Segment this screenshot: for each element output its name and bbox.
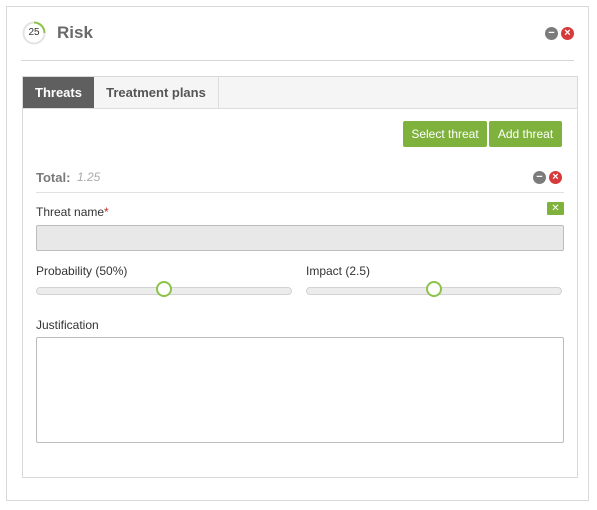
probability-slider-handle[interactable]	[156, 281, 172, 297]
total-value: 1.25	[77, 170, 101, 184]
threat-name-input[interactable]	[36, 225, 564, 251]
threat-minimize-icon[interactable]: −	[533, 171, 546, 184]
gauge-value: 25	[28, 27, 40, 38]
justification-label: Justification	[36, 318, 99, 332]
risk-panel: 25 Risk − × Threats Treatment plans Sele…	[6, 6, 589, 501]
total-label: Total:	[36, 170, 71, 185]
minimize-icon[interactable]: −	[545, 27, 558, 40]
select-threat-button[interactable]: Select threat	[403, 121, 487, 147]
total-divider	[36, 192, 564, 193]
clear-icon[interactable]: ✕	[547, 202, 564, 215]
threat-name-label: Threat name*	[36, 205, 109, 219]
impact-label: Impact (2.5)	[306, 264, 371, 278]
probability-label: Probability (50%)	[36, 264, 128, 278]
justification-textarea[interactable]	[36, 337, 564, 443]
panel-header: 25 Risk − ×	[7, 7, 588, 61]
tab-bar: Threats Treatment plans	[23, 77, 577, 109]
tab-treatment-plans[interactable]: Treatment plans	[94, 77, 219, 108]
header-divider	[21, 60, 574, 61]
threat-remove-icon[interactable]: ×	[549, 171, 562, 184]
threats-container: Threats Treatment plans Select threat Ad…	[22, 76, 578, 478]
close-icon[interactable]: ×	[561, 27, 574, 40]
add-threat-button[interactable]: Add threat	[489, 121, 562, 147]
impact-slider-handle[interactable]	[426, 281, 442, 297]
panel-title: Risk	[57, 23, 93, 42]
threat-name-label-text: Threat name	[36, 205, 105, 219]
tab-threats[interactable]: Threats	[23, 77, 94, 108]
required-mark: *	[104, 205, 109, 219]
